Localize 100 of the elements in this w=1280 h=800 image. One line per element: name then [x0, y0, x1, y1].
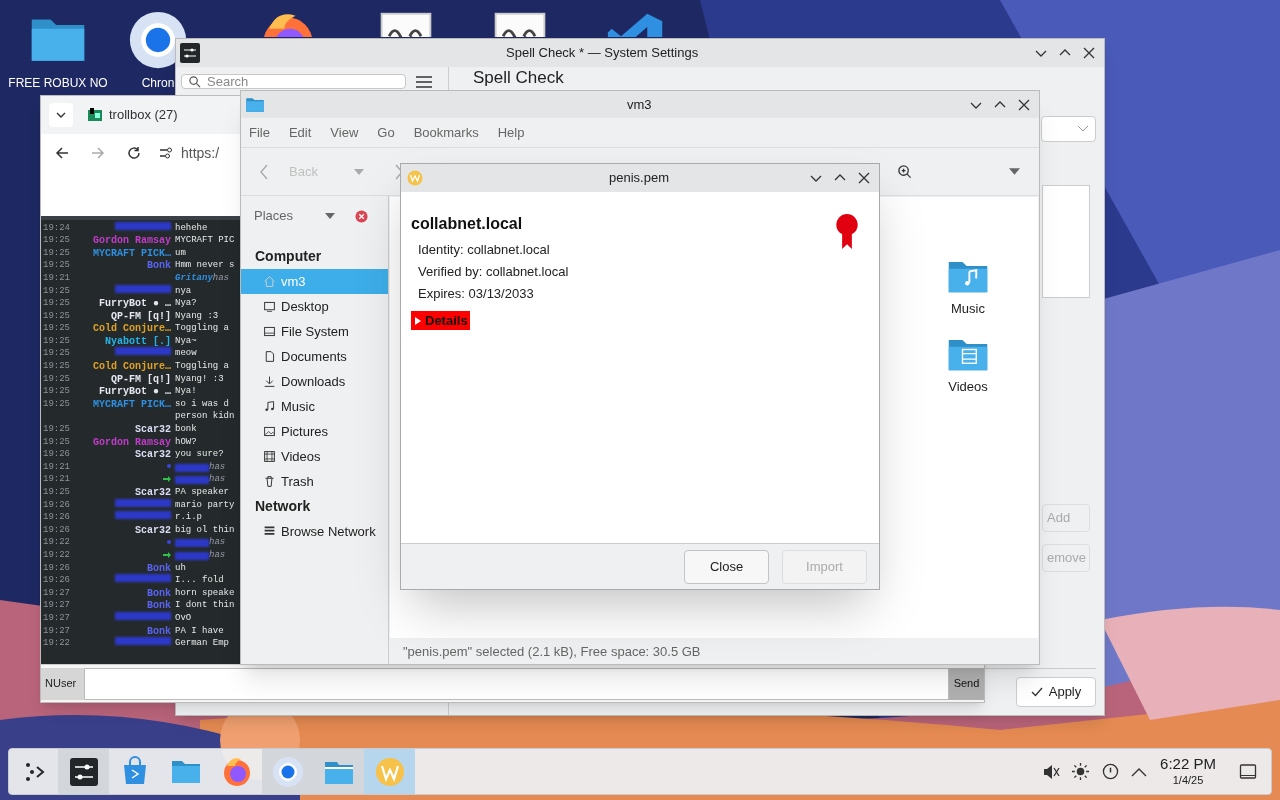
chat-message: I... fold [175, 574, 224, 588]
site-info-icon[interactable] [159, 146, 173, 160]
menu-icon[interactable] [416, 75, 432, 89]
home-icon [263, 275, 276, 288]
menu-item[interactable]: Edit [288, 122, 312, 143]
reload-button[interactable] [127, 146, 141, 160]
places-item[interactable]: Browse Network [241, 519, 388, 544]
apply-button[interactable]: Apply [1016, 677, 1096, 707]
places-item[interactable]: Videos [241, 444, 388, 469]
timestamp: 19:22 [42, 536, 71, 550]
back-button[interactable] [55, 146, 69, 160]
url-field[interactable]: https:/ [181, 142, 220, 164]
chat-message: Nyang! :3 [175, 372, 224, 386]
ribbon-icon [835, 214, 859, 249]
zoom-in-icon[interactable] [896, 164, 912, 179]
username: Nyabott [.] [105, 335, 171, 347]
send-button[interactable]: Send [949, 667, 984, 700]
username: MYCRAFT PICK… [93, 247, 171, 259]
chat-message: Nya? [175, 297, 197, 311]
places-item[interactable]: Pictures [241, 419, 388, 444]
chat-message: Nyang :3 [175, 309, 219, 323]
clock[interactable]: 6:22 PM 1/4/25 [1157, 755, 1219, 788]
details-toggle[interactable]: Details [411, 311, 470, 330]
places-item[interactable]: Desktop [241, 294, 388, 319]
chevron-down-icon [1077, 125, 1089, 133]
search-field[interactable]: Search [181, 74, 406, 89]
browser-tab[interactable]: trollbox (27) [83, 100, 182, 130]
close-button[interactable] [1082, 46, 1096, 60]
muted-speaker-icon[interactable] [1042, 762, 1060, 781]
chat-message: hehehe [175, 221, 208, 235]
status-text: "penis.pem" selected (2.1 kB), Free space: 30.5 GB [403, 642, 701, 661]
tab-list-button[interactable] [49, 103, 73, 127]
trash-icon [263, 475, 276, 488]
timestamp: 19:26 [42, 511, 71, 525]
blurred-name [175, 551, 209, 560]
menu-item[interactable]: Go [377, 122, 395, 143]
places-item[interactable]: File System [241, 319, 388, 344]
nickname-label: NUser [41, 667, 84, 700]
places-item[interactable]: Trash [241, 469, 388, 494]
menu-item[interactable]: View [330, 122, 359, 143]
event-text: has [209, 460, 226, 474]
folder-item[interactable]: Music [938, 255, 998, 319]
folder-item[interactable]: Videos [938, 332, 998, 396]
app-logo-icon [373, 755, 406, 788]
close-button[interactable]: Close [684, 549, 769, 584]
certificate-field: Identity: collabnet.local [418, 239, 835, 261]
settings-icon [67, 755, 100, 788]
gauge-icon[interactable] [1102, 763, 1119, 780]
menu-item[interactable]: Bookmarks [413, 122, 479, 143]
chat-message: Toggling a [175, 322, 229, 336]
chat-message: German Emp [175, 637, 229, 651]
close-button[interactable] [857, 171, 871, 185]
chevron-up-icon[interactable] [1131, 766, 1147, 777]
timestamp: 19:25 [42, 486, 71, 499]
brightness-icon[interactable] [1072, 763, 1089, 780]
certificate-field: Verified by: collabnet.local [418, 261, 835, 283]
chat-message: I dont thin [175, 599, 235, 613]
timestamp: 19:25 [42, 397, 71, 411]
chat-message: mario party [175, 498, 235, 512]
timestamp: 19:25 [42, 297, 71, 311]
message-input[interactable] [84, 667, 949, 700]
places-item[interactable]: Downloads [241, 369, 388, 394]
timestamp: 19:27 [42, 586, 71, 600]
dropdown-arrow-icon[interactable] [325, 213, 336, 219]
drive-icon [263, 325, 276, 338]
timestamp: 19:26 [42, 561, 71, 575]
chat-message: Hmm never s [175, 259, 235, 273]
taskbar-item[interactable] [58, 749, 109, 794]
close-button[interactable] [1017, 97, 1031, 112]
monitor-icon [263, 300, 276, 313]
timestamp: 19:27 [42, 611, 71, 625]
username: MYCRAFT PICK… [93, 398, 171, 410]
network-icon [263, 525, 276, 538]
icon-label: FREE ROBUX NO [8, 75, 108, 92]
timestamp: 19:24 [42, 221, 71, 235]
username: Scar32 [135, 449, 171, 461]
timestamp: 19:21 [42, 271, 71, 285]
blurred-name [175, 476, 209, 485]
places-item[interactable]: Music [241, 394, 388, 419]
places-item[interactable]: Documents [241, 344, 388, 369]
section-header: Computer [254, 247, 323, 266]
timestamp: 19:25 [42, 347, 71, 361]
chat-message: MYCRAFT PIC [175, 234, 235, 248]
chat-message: nya [175, 284, 192, 298]
timestamp: 19:26 [42, 523, 71, 537]
timestamp: 19:21 [42, 460, 71, 474]
picture-icon [263, 425, 276, 438]
username: Cold Conjure… [93, 323, 171, 335]
menu-item[interactable]: Help [497, 122, 525, 143]
show-desktop-icon[interactable] [1239, 762, 1257, 781]
favicon [87, 107, 103, 123]
username: Scar32 [135, 487, 171, 498]
film-icon [263, 450, 276, 463]
chat-message: PA I have [175, 624, 224, 638]
chat-message: meow [175, 347, 197, 361]
close-panel-icon[interactable] [355, 209, 369, 223]
menu-item[interactable]: File [249, 122, 270, 143]
chat-message: PA speaker [175, 486, 229, 499]
chat-message: big ol thin [175, 523, 235, 537]
dropdown-arrow-icon[interactable] [1008, 168, 1020, 175]
